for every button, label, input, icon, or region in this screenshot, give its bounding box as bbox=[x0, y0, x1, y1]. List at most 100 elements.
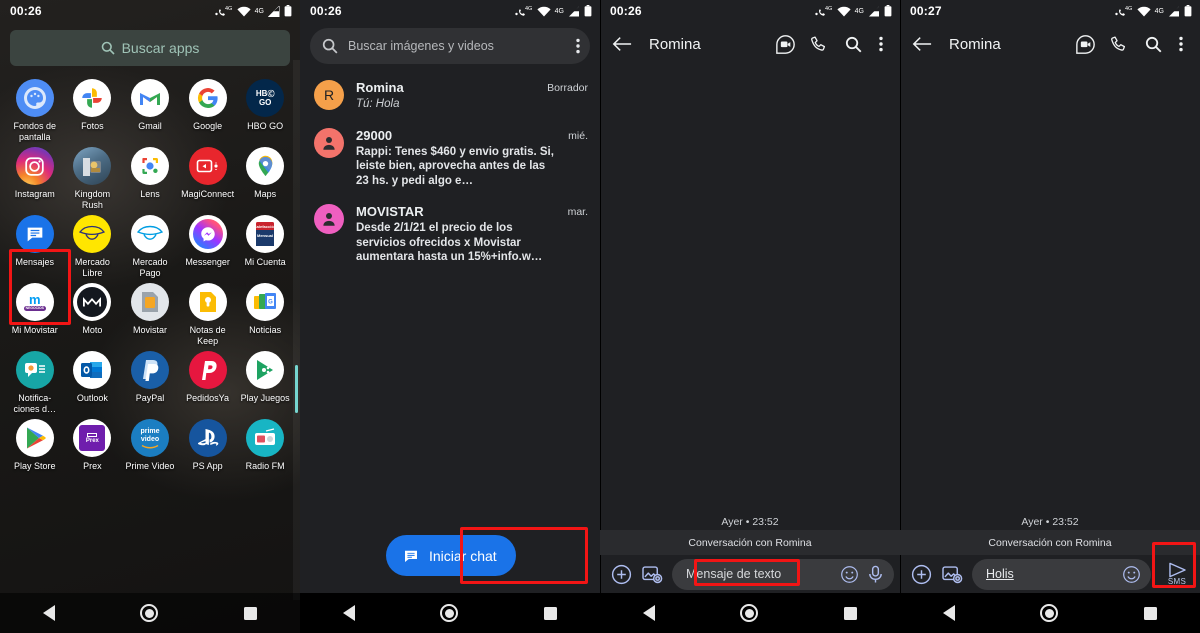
conversation-row[interactable]: R Romina Tú: Hola Borrador bbox=[300, 72, 600, 120]
outlook-icon bbox=[73, 351, 112, 389]
paypal-icon bbox=[130, 351, 169, 389]
gmail-icon bbox=[130, 79, 169, 117]
app-icon-mi-cuenta[interactable]: Calefacción Mensual Mi Cuenta bbox=[236, 210, 294, 278]
app-icon-radio-fm[interactable]: Radio FM bbox=[236, 414, 294, 472]
chat-screen: 00:26 4G 4G Romina Ayer • 23:52 Conversa… bbox=[600, 0, 900, 633]
emoji-icon[interactable] bbox=[1122, 565, 1141, 584]
app-icon-ps-app[interactable]: PS App bbox=[179, 414, 237, 472]
app-drawer-scrollbar-track[interactable] bbox=[293, 60, 300, 600]
app-label: Google bbox=[193, 121, 223, 131]
app-icon-fotos[interactable]: Fotos bbox=[64, 74, 122, 142]
arrow-back-icon[interactable] bbox=[912, 35, 932, 53]
app-icon-prime-video[interactable]: prime video Prime Video bbox=[121, 414, 179, 472]
search-messages-bar[interactable]: Buscar imágenes y videos bbox=[310, 28, 590, 64]
status-icon-group: 4G 4G bbox=[214, 5, 292, 17]
app-icon-outlook[interactable]: Outlook bbox=[64, 346, 122, 414]
nav-recents-icon[interactable] bbox=[244, 606, 258, 620]
app-icon-paypal[interactable]: PayPal bbox=[121, 346, 179, 414]
chat-composer: Holis SMS bbox=[900, 555, 1200, 593]
nav-home-icon[interactable] bbox=[740, 604, 759, 622]
gallery-camera-icon[interactable] bbox=[941, 563, 963, 585]
more-vert-icon[interactable] bbox=[870, 36, 892, 52]
conversation-row[interactable]: MOVISTAR Desde 2/1/21 el precio de los s… bbox=[300, 196, 600, 273]
microphone-icon[interactable] bbox=[867, 565, 884, 584]
app-label: Play Store bbox=[14, 461, 56, 471]
message-input-pill[interactable]: Mensaje de texto bbox=[672, 558, 894, 590]
start-chat-fab[interactable]: Iniciar chat bbox=[386, 535, 516, 576]
phone-icon[interactable] bbox=[802, 35, 836, 53]
notifications-icon bbox=[15, 351, 54, 389]
nav-home-icon[interactable] bbox=[140, 604, 159, 622]
app-icon-pedidosya[interactable]: PedidosYa bbox=[179, 346, 237, 414]
add-circle-icon[interactable] bbox=[610, 563, 632, 585]
nav-back-icon[interactable] bbox=[642, 605, 655, 621]
app-icon-hbo-go[interactable]: HBⒸ GO HBO GO bbox=[236, 74, 294, 142]
duo-video-call-icon[interactable] bbox=[768, 34, 802, 54]
more-vert-icon[interactable] bbox=[1170, 36, 1192, 52]
messenger-icon bbox=[188, 215, 227, 253]
duo-video-call-icon[interactable] bbox=[1068, 34, 1102, 54]
svg-text:4G: 4G bbox=[225, 6, 232, 12]
nav-back-icon[interactable] bbox=[342, 605, 355, 621]
app-icon-kingdom-rush[interactable]: Kingdom Rush bbox=[64, 142, 122, 210]
app-icon-play-store[interactable]: Play Store bbox=[6, 414, 64, 472]
nav-recents-icon[interactable] bbox=[544, 606, 558, 620]
app-icon-moto[interactable]: Moto bbox=[64, 278, 122, 346]
app-icon-notas-de-keep[interactable]: Notas de Keep bbox=[179, 278, 237, 346]
send-sms-button[interactable]: SMS bbox=[1160, 562, 1194, 586]
app-drawer-scrollbar-thumb[interactable] bbox=[295, 365, 298, 413]
app-icon-play-juegos[interactable]: Play Juegos bbox=[236, 346, 294, 414]
avatar bbox=[314, 204, 344, 234]
app-label: PayPal bbox=[135, 393, 165, 403]
conversation-text: 29000 Rappi: Tenes $460 y envio gratis. … bbox=[356, 128, 560, 189]
search-apps-bar[interactable]: Buscar apps bbox=[10, 30, 290, 66]
search-icon[interactable] bbox=[836, 36, 870, 53]
app-label: PS App bbox=[192, 461, 223, 471]
conversation-time: mié. bbox=[568, 129, 588, 142]
nav-home-icon[interactable] bbox=[440, 604, 459, 622]
svg-text:4G: 4G bbox=[825, 6, 832, 12]
app-icon-movistar[interactable]: Movistar bbox=[121, 278, 179, 346]
conversation-row[interactable]: 29000 Rappi: Tenes $460 y envio gratis. … bbox=[300, 120, 600, 197]
app-icon-prex[interactable]: Prex Prex bbox=[64, 414, 122, 472]
play-games-icon bbox=[246, 351, 285, 389]
app-icon-mensajes[interactable]: Mensajes bbox=[6, 210, 64, 278]
nav-recents-icon[interactable] bbox=[844, 606, 858, 620]
app-icon-fondos-de-pantalla[interactable]: Fondos de pantalla bbox=[6, 74, 64, 142]
app-icon-gmail[interactable]: Gmail bbox=[121, 74, 179, 142]
playstation-icon bbox=[188, 419, 227, 457]
arrow-back-icon[interactable] bbox=[612, 35, 632, 53]
emoji-icon[interactable] bbox=[840, 565, 859, 584]
app-icon-magiconnect[interactable]: MagiConnect bbox=[179, 142, 237, 210]
app-icon-instagram[interactable]: Instagram bbox=[6, 142, 64, 210]
conversation-snippet: Tú: Hola bbox=[356, 98, 400, 110]
app-icon-mi-movistar[interactable]: m NEGOCIOS Mi Movistar bbox=[6, 278, 64, 346]
phone-icon[interactable] bbox=[1102, 35, 1136, 53]
nav-back-icon[interactable] bbox=[42, 605, 55, 621]
wifi-icon bbox=[1137, 6, 1151, 16]
app-icon-mercado-pago[interactable]: Mercado Pago bbox=[121, 210, 179, 278]
app-icon-mercado-libre[interactable]: Mercado Libre bbox=[64, 210, 122, 278]
search-icon[interactable] bbox=[1136, 36, 1170, 53]
status-clock: 00:26 bbox=[10, 4, 42, 18]
app-icon-maps[interactable]: Maps bbox=[236, 142, 294, 210]
conversation-list: R Romina Tú: Hola Borrador 29000 Rappi: … bbox=[300, 72, 600, 273]
panel-app-drawer: 00:26 4G 4G Buscar apps Fondos de pantal… bbox=[0, 0, 300, 633]
chat-app-bar: Romina bbox=[600, 22, 900, 66]
conversation-name: 29000 bbox=[356, 127, 393, 143]
gallery-camera-icon[interactable] bbox=[641, 563, 663, 585]
nav-home-icon[interactable] bbox=[1040, 604, 1059, 622]
app-icon-lens[interactable]: Lens bbox=[121, 142, 179, 210]
app-icon-notificaciones[interactable]: Notifica-ciones d… bbox=[6, 346, 64, 414]
app-icon-google[interactable]: Google bbox=[179, 74, 237, 142]
app-label: Prex bbox=[83, 461, 102, 471]
nav-back-icon[interactable] bbox=[942, 605, 955, 621]
status-clock: 00:27 bbox=[910, 4, 942, 18]
nav-recents-icon[interactable] bbox=[1144, 606, 1158, 620]
message-input-pill[interactable]: Holis bbox=[972, 558, 1151, 590]
app-icon-messenger[interactable]: Messenger bbox=[179, 210, 237, 278]
app-icon-noticias[interactable]: G Noticias bbox=[236, 278, 294, 346]
more-vert-icon[interactable] bbox=[576, 38, 580, 54]
signal-icon bbox=[569, 6, 579, 16]
add-circle-icon[interactable] bbox=[910, 563, 932, 585]
